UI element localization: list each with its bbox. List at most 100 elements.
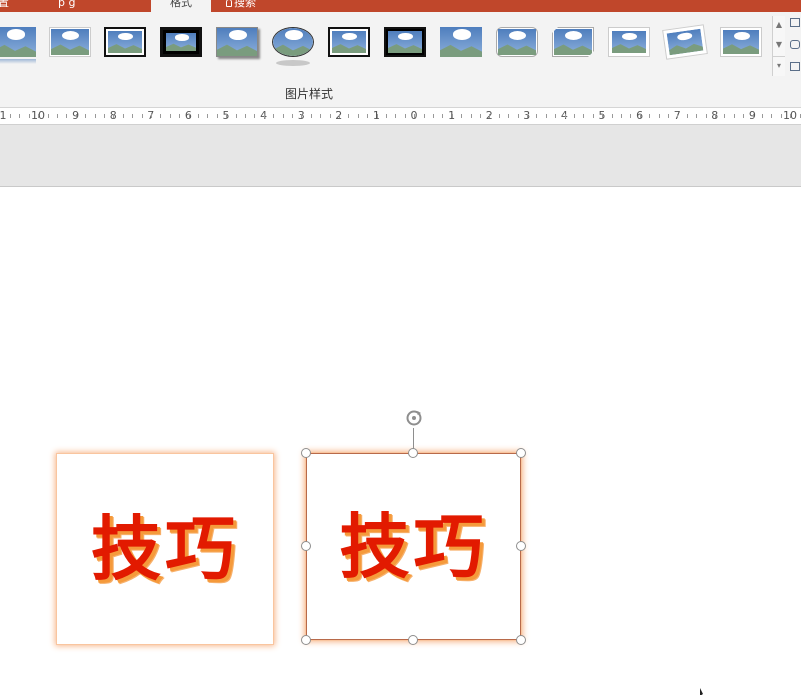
ruler-tick <box>179 114 181 118</box>
slide-pasteboard <box>0 125 801 187</box>
picture-style-style-compound-frame-black[interactable] <box>328 27 370 57</box>
ruler-tick <box>94 114 96 118</box>
picture-right-text: 技巧 <box>339 505 488 588</box>
resize-handle-top[interactable] <box>408 448 418 458</box>
mouse-cursor-icon <box>700 688 703 695</box>
lightbulb-icon <box>226 0 232 7</box>
ruler-tick <box>574 114 575 118</box>
picture-style-style-thick-matte-black[interactable] <box>160 27 202 57</box>
ruler-tick <box>310 114 312 118</box>
ruler-tick <box>263 114 265 118</box>
ruler-tick <box>141 114 143 118</box>
ruler-tick <box>198 114 199 118</box>
style-preview-image <box>498 29 536 55</box>
ruler-tick <box>752 114 754 118</box>
style-preview-image <box>217 28 257 56</box>
ruler-tick <box>75 114 77 118</box>
picture-border-icon[interactable] <box>790 18 800 27</box>
gallery-scroll-up-button[interactable]: ▲ <box>773 16 785 34</box>
style-preview-image <box>166 33 196 51</box>
tab-help-partial[interactable]: p g <box>58 0 98 12</box>
ruler-tick <box>630 114 632 118</box>
ruler-tick <box>292 114 293 118</box>
resize-handle-bottom-right[interactable] <box>516 635 526 645</box>
picture-style-style-drop-shadow-black[interactable] <box>384 27 426 57</box>
style-preview-image <box>0 27 36 57</box>
picture-style-style-double-frame-black[interactable] <box>104 27 146 57</box>
gallery-scroll-down-button[interactable]: ▼ <box>773 36 785 54</box>
ruler-tick <box>762 114 763 118</box>
ruler-tick <box>724 114 726 118</box>
gallery-more-button[interactable]: ▾ <box>773 56 785 74</box>
gallery-scroll: ▲ ▼ ▾ <box>772 16 785 76</box>
ruler-tick <box>301 114 303 118</box>
ruler-tick <box>10 114 11 118</box>
ruler-tick <box>696 114 698 118</box>
picture-style-style-snip-diagonal-corner[interactable] <box>552 27 594 57</box>
ruler-tick <box>367 114 369 118</box>
ruler-tick <box>536 114 538 118</box>
ruler-tick <box>649 114 651 118</box>
ruler-tick <box>658 114 660 118</box>
style-preview-image <box>612 31 646 53</box>
picture-layout-icon[interactable] <box>790 62 800 71</box>
ruler-tick <box>771 114 773 118</box>
ruler-tick <box>480 114 481 118</box>
ruler-tick <box>527 114 528 118</box>
picture-style-style-oval-reflected[interactable] <box>272 27 314 57</box>
tab-design-partial[interactable]: 置 <box>0 0 28 12</box>
picture-style-style-perspective-shadow[interactable] <box>720 27 762 57</box>
style-preview-image <box>51 29 89 55</box>
picture-style-style-rotated-white[interactable] <box>662 24 708 60</box>
ruler-tick <box>592 114 594 118</box>
ruler-tick <box>226 114 228 118</box>
picture-left-text: 技巧 <box>91 508 239 590</box>
style-oval-shadow <box>276 60 310 66</box>
ruler-tick <box>320 114 322 118</box>
picture-style-style-soft-edge-rectangle[interactable] <box>440 27 482 57</box>
resize-handle-top-right[interactable] <box>516 448 526 458</box>
ruler-tick <box>545 114 547 118</box>
ruler-tick <box>329 114 331 118</box>
picture-right-selected[interactable]: 技巧 <box>306 453 521 640</box>
resize-handle-right[interactable] <box>516 541 526 551</box>
ruler-tick <box>639 114 641 118</box>
picture-left[interactable]: 技巧 <box>57 454 273 644</box>
ruler-tick <box>489 114 491 118</box>
ruler-tick <box>404 114 406 118</box>
tell-me-search[interactable]: 搜索 <box>226 0 276 12</box>
ruler-tick <box>470 114 472 118</box>
style-reflection <box>0 59 36 64</box>
ruler-tick <box>414 114 416 118</box>
ruler-tick <box>151 114 152 118</box>
ruler-tick <box>160 114 162 118</box>
tab-format[interactable]: 格式 <box>151 0 211 12</box>
picture-style-style-beveled-matte-white[interactable] <box>0 27 36 57</box>
ruler-tick <box>339 114 340 118</box>
picture-style-style-moderate-frame-white[interactable] <box>608 27 650 57</box>
picture-style-style-rounded-diagonal-corner[interactable] <box>496 27 538 57</box>
ruler-tick <box>461 114 463 118</box>
ruler-tick <box>433 114 434 118</box>
picture-style-style-simple-frame-black[interactable] <box>216 27 258 57</box>
horizontal-ruler[interactable]: 110987654321012345678910 <box>0 108 801 125</box>
style-preview-image <box>108 31 142 53</box>
style-preview-image <box>723 30 759 54</box>
ruler-tick <box>188 114 190 118</box>
resize-handle-left[interactable] <box>301 541 311 551</box>
ruler-tick <box>357 114 359 118</box>
rotate-handle-icon[interactable] <box>404 408 424 428</box>
picture-options-column <box>788 16 801 76</box>
style-preview-image <box>388 31 422 53</box>
ruler-tick <box>743 114 745 118</box>
resize-handle-bottom[interactable] <box>408 635 418 645</box>
picture-style-style-metal-frame[interactable] <box>49 27 91 57</box>
resize-handle-top-left[interactable] <box>301 448 311 458</box>
picture-effects-icon[interactable] <box>790 40 800 49</box>
ruler-tick <box>38 114 40 118</box>
resize-handle-bottom-left[interactable] <box>301 635 311 645</box>
style-preview-image <box>554 29 592 55</box>
ruler-tick <box>254 114 256 118</box>
ruler-tick <box>451 114 453 118</box>
ruler-tick <box>621 114 622 118</box>
